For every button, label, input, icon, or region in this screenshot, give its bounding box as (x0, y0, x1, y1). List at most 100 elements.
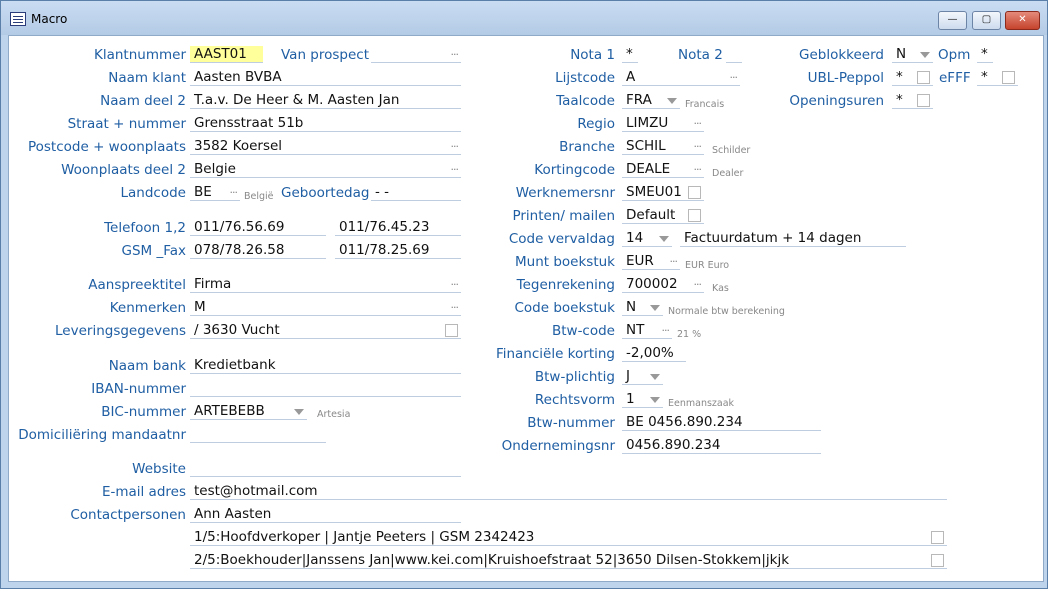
ellipsis-icon[interactable]: ··· (694, 115, 702, 131)
printen-field[interactable]: Default (622, 207, 704, 224)
chevron-down-icon[interactable] (294, 409, 304, 415)
chevron-down-icon[interactable] (659, 236, 669, 242)
levering-checkbox[interactable] (445, 324, 458, 337)
aanspreektitel-label: Aanspreektitel (88, 277, 186, 293)
kortingcode-field[interactable]: DEALE ··· (622, 161, 704, 178)
telefoon2-field[interactable]: 011/76.45.23 (335, 219, 461, 236)
geblokkeerd-field[interactable]: N (892, 46, 933, 63)
lijstcode-field[interactable]: A ··· (622, 69, 740, 86)
openingsuren-checkbox[interactable] (917, 94, 930, 107)
website-label: Website (132, 461, 186, 477)
naam-klant-field[interactable]: Aasten BVBA (190, 69, 461, 86)
aanspreektitel-field[interactable]: Firma ··· (190, 276, 461, 293)
ellipsis-icon[interactable]: ··· (730, 69, 738, 85)
printen-label: Printen/ mailen (512, 208, 615, 224)
chevron-down-icon[interactable] (650, 374, 660, 380)
kortingcode-label: Kortingcode (534, 162, 615, 178)
werknemersnr-field[interactable]: SMEU01 (622, 184, 704, 201)
ellipsis-icon[interactable]: ··· (451, 138, 459, 154)
telefoon-label: Telefoon 1,2 (104, 220, 186, 236)
ellipsis-icon[interactable]: ··· (451, 161, 459, 177)
minimize-button[interactable]: — (938, 11, 967, 30)
munt-label: Munt boekstuk (515, 254, 615, 270)
nota1-field[interactable]: * (622, 46, 638, 63)
contactpersonen-field[interactable]: Ann Aasten (190, 506, 461, 523)
ellipsis-icon[interactable]: ··· (670, 253, 678, 269)
printen-checkbox[interactable] (688, 209, 701, 222)
telefoon1-field[interactable]: 011/76.56.69 (190, 219, 326, 236)
ellipsis-icon[interactable]: ··· (230, 184, 238, 200)
ubl-peppol-field[interactable]: * (892, 69, 933, 86)
branche-field[interactable]: SCHIL ··· (622, 138, 704, 155)
kenmerken-field[interactable]: M ··· (190, 299, 461, 316)
ellipsis-icon[interactable]: ··· (662, 322, 670, 338)
lijstcode-label: Lijstcode (555, 70, 615, 86)
contact-row[interactable]: 1/5:Hoofdverkoper | Jantje Peeters | GSM… (190, 529, 947, 546)
woonplaats2-field[interactable]: Belgie ··· (190, 161, 461, 178)
macro-window: Macro — ▢ ✕ Klantnummer AAST01 Van prosp… (0, 0, 1048, 589)
taalcode-field[interactable]: FRA (622, 92, 680, 109)
code-boekstuk-field[interactable]: N (622, 299, 663, 316)
ellipsis-icon[interactable]: ··· (694, 138, 702, 154)
domiciliering-field[interactable] (190, 426, 326, 443)
werknemersnr-checkbox[interactable] (688, 186, 701, 199)
form-area: Klantnummer AAST01 Van prospect ··· Naam… (8, 35, 1044, 582)
munt-field[interactable]: EUR ··· (622, 253, 680, 270)
naam-bank-field[interactable]: Kredietbank (190, 357, 461, 374)
rechtsvorm-field[interactable]: 1 (622, 391, 663, 408)
contact-checkbox[interactable] (931, 531, 944, 544)
chevron-down-icon[interactable] (920, 52, 930, 58)
title-bar[interactable]: Macro — ▢ ✕ (1, 1, 1047, 35)
email-field[interactable]: test@hotmail.com (190, 483, 947, 500)
btw-plichtig-label: Btw-plichtig (534, 369, 615, 385)
chevron-down-icon[interactable] (667, 98, 677, 104)
ellipsis-icon[interactable]: ··· (694, 276, 702, 292)
bic-field[interactable]: ARTEBEBB (190, 403, 307, 420)
contact-row[interactable]: 2/5:Boekhouder|Janssens Jan|www.kei.com|… (190, 552, 947, 569)
klantnummer-field[interactable]: AAST01 (190, 46, 263, 63)
efff-checkbox[interactable] (1002, 71, 1015, 84)
document-list-icon (10, 12, 26, 26)
opm-field[interactable]: * (977, 46, 993, 63)
opm-label: Opm (938, 47, 971, 63)
fin-korting-label: Financiële korting (495, 346, 615, 362)
contactpersonen-label: Contactpersonen (70, 507, 186, 523)
ellipsis-icon[interactable]: ··· (694, 161, 702, 177)
branche-label: Branche (559, 139, 615, 155)
nota2-field[interactable] (726, 46, 742, 63)
close-button[interactable]: ✕ (1005, 11, 1040, 30)
btw-code-field[interactable]: NT ··· (622, 322, 672, 339)
openingsuren-field[interactable]: * (892, 92, 933, 109)
website-field[interactable] (190, 460, 461, 477)
postcode-field[interactable]: 3582 Koersel ··· (190, 138, 461, 155)
woonplaats2-label: Woonplaats deel 2 (61, 162, 186, 178)
ubl-peppol-checkbox[interactable] (917, 71, 930, 84)
btw-plichtig-field[interactable]: J (622, 368, 663, 385)
levering-field[interactable]: / 3630 Vucht (190, 322, 461, 339)
vervaldag-field[interactable]: 14 (622, 230, 672, 247)
regio-field[interactable]: LIMZU ··· (622, 115, 704, 132)
van-prospect-field[interactable]: ··· (371, 46, 461, 63)
nota2-label: Nota 2 (678, 47, 723, 63)
ondernemingsnr-field[interactable]: 0456.890.234 (622, 437, 821, 454)
btw-nummer-field[interactable]: BE 0456.890.234 (622, 414, 821, 431)
levering-label: Leveringsgegevens (55, 323, 186, 339)
gsm-field[interactable]: 078/78.26.58 (190, 242, 326, 259)
ondernemingsnr-label: Ondernemingsnr (501, 438, 615, 454)
ellipsis-icon[interactable]: ··· (451, 276, 459, 292)
landcode-field[interactable]: BE ··· (190, 184, 240, 201)
maximize-button[interactable]: ▢ (972, 11, 1001, 30)
straat-field[interactable]: Grensstraat 51b (190, 115, 461, 132)
naam-deel2-field[interactable]: T.a.v. De Heer & M. Aasten Jan (190, 92, 461, 109)
ellipsis-icon[interactable]: ··· (451, 299, 459, 315)
iban-field[interactable] (190, 380, 461, 397)
chevron-down-icon[interactable] (650, 305, 660, 311)
tegenrekening-field[interactable]: 700002 ··· (622, 276, 704, 293)
efff-field[interactable]: * (977, 69, 1018, 86)
chevron-down-icon[interactable] (650, 397, 660, 403)
geboortedag-field[interactable]: - - (371, 184, 461, 201)
fin-korting-field[interactable]: -2,00% (622, 345, 686, 362)
ellipsis-icon[interactable]: ··· (451, 46, 459, 62)
contact-checkbox[interactable] (931, 554, 944, 567)
fax-field[interactable]: 011/78.25.69 (335, 242, 461, 259)
